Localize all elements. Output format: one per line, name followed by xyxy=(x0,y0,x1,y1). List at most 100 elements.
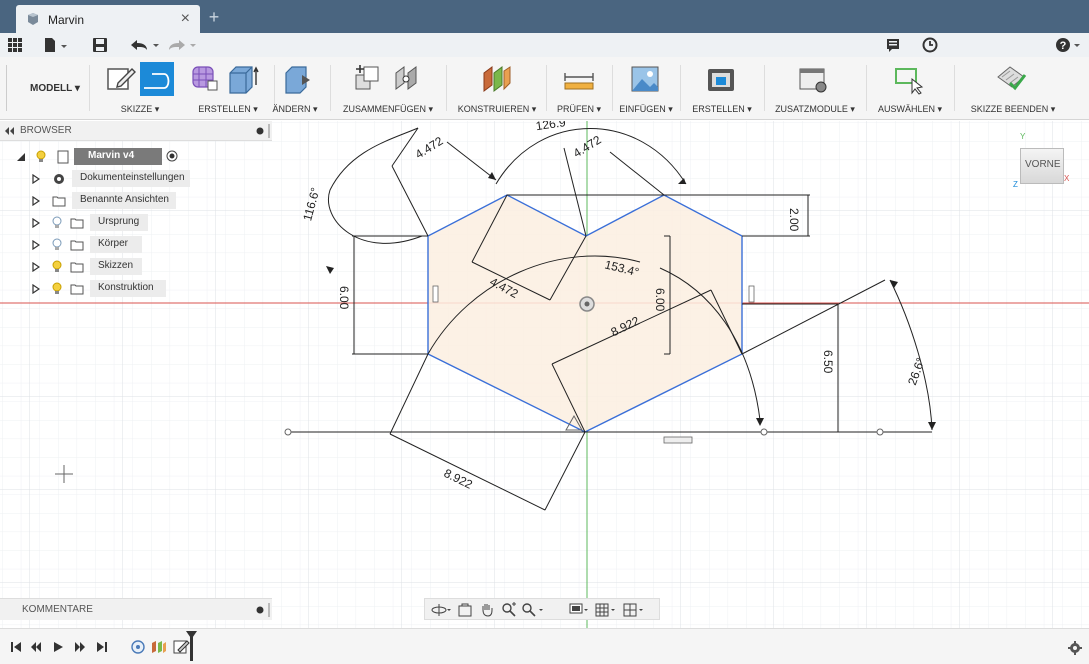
close-tab-icon[interactable]: × xyxy=(181,10,190,28)
expand-triangle-icon[interactable] xyxy=(32,196,40,206)
tree-item-label: Skizzen xyxy=(98,260,134,271)
insert-menu[interactable]: EINFÜGEN ▾ xyxy=(614,104,678,115)
panel-options-icon[interactable] xyxy=(256,127,264,135)
timeline-prev-icon[interactable] xyxy=(30,641,42,653)
root-label: Marvin v4 xyxy=(88,150,135,161)
folder-icon xyxy=(70,284,84,295)
dim-6-00-mid[interactable]: 6.00 xyxy=(653,288,667,312)
tree-item-konstruktion[interactable]: Konstruktion xyxy=(32,280,192,298)
fit-zoom-icon[interactable] xyxy=(521,602,547,618)
timeline-settings-gear-icon[interactable] xyxy=(1068,641,1082,655)
clock-icon[interactable] xyxy=(922,37,938,53)
stop-sketch-menu[interactable]: SKIZZE BEENDEN ▾ xyxy=(958,104,1068,115)
extrude-icon[interactable] xyxy=(226,63,260,95)
expand-triangle-icon[interactable] xyxy=(32,174,40,184)
file-menu-icon[interactable] xyxy=(44,37,68,53)
spline-icon xyxy=(144,73,170,89)
workspace-label: MODELL ▾ xyxy=(30,83,80,94)
inspect-menu[interactable]: PRÜFEN ▾ xyxy=(548,104,610,115)
title-bar: Marvin × + xyxy=(0,0,1089,33)
comments-panel-header[interactable]: KOMMENTARE xyxy=(0,598,272,620)
viewcube[interactable]: Y VORNE X Z xyxy=(1012,132,1082,196)
timeline-last-icon[interactable] xyxy=(96,641,108,653)
make-group: ERSTELLEN ▾ xyxy=(682,57,762,120)
grid-snap-icon[interactable] xyxy=(595,602,619,618)
timeline-play-icon[interactable] xyxy=(52,641,64,653)
stop-sketch-icon[interactable] xyxy=(994,63,1028,95)
create-menu[interactable]: ERSTELLEN ▾ xyxy=(184,104,272,115)
data-panel-grid-icon[interactable] xyxy=(8,38,22,52)
expand-triangle-icon[interactable] xyxy=(32,240,40,250)
modify-menu[interactable]: ÄNDERN ▾ xyxy=(260,104,330,115)
pan-hand-icon[interactable] xyxy=(479,602,495,618)
save-icon[interactable] xyxy=(92,37,108,53)
tree-item-ursprung[interactable]: Ursprung xyxy=(32,214,192,232)
tree-item-koerper[interactable]: Körper xyxy=(32,236,192,254)
workspace-switcher[interactable]: MODELL ▾ xyxy=(12,65,90,111)
folder-icon xyxy=(70,218,84,229)
collapse-panel-icon[interactable] xyxy=(5,127,15,135)
viewcube-face[interactable]: VORNE xyxy=(1020,148,1064,184)
dim-2-00[interactable]: 2.00 xyxy=(787,208,801,232)
addins-group: ZUSATZMODULE ▾ xyxy=(766,57,864,120)
joint-icon[interactable] xyxy=(392,63,426,95)
viewports-icon[interactable] xyxy=(623,602,647,618)
measure-icon[interactable] xyxy=(562,63,596,95)
tree-item-skizzen[interactable]: Skizzen xyxy=(32,258,192,276)
timeline-next-icon[interactable] xyxy=(74,641,86,653)
timeline-bar xyxy=(0,628,1089,664)
zoom-icon[interactable] xyxy=(501,602,517,618)
lightbulb-off-icon[interactable] xyxy=(52,238,62,252)
create-sketch-icon[interactable] xyxy=(104,63,138,95)
lightbulb-on-icon[interactable] xyxy=(52,282,62,296)
finish-line-tool-button[interactable] xyxy=(140,62,174,96)
new-tab-button[interactable]: + xyxy=(204,8,224,28)
timeline-first-icon[interactable] xyxy=(10,641,22,653)
document-tab[interactable]: Marvin × xyxy=(16,5,200,33)
tree-item-dokumenteinstellungen[interactable]: Dokumenteinstellungen xyxy=(32,170,192,188)
insert-image-icon[interactable] xyxy=(628,63,662,95)
orbit-icon[interactable] xyxy=(431,602,453,618)
select-menu[interactable]: AUSWÄHLEN ▾ xyxy=(868,104,952,115)
browser-header[interactable]: BROWSER xyxy=(0,121,272,141)
assemble-group: ZUSAMMENFÜGEN ▾ xyxy=(336,57,440,120)
tree-item-benannte-ansichten[interactable]: Benannte Ansichten xyxy=(32,192,192,210)
dim-6-00-left[interactable]: 6.00 xyxy=(337,286,351,310)
expand-triangle-icon[interactable] xyxy=(32,218,40,228)
collapse-triangle-icon[interactable] xyxy=(16,152,26,162)
scripts-addins-icon[interactable] xyxy=(796,63,830,95)
lightbulb-on-icon[interactable] xyxy=(36,150,46,164)
redo-icon[interactable] xyxy=(166,38,198,52)
timeline-plane-icon[interactable] xyxy=(150,639,168,655)
lightbulb-on-icon[interactable] xyxy=(52,260,62,274)
make-menu[interactable]: ERSTELLEN ▾ xyxy=(682,104,762,115)
dim-6-50[interactable]: 6.50 xyxy=(821,350,835,374)
add-comment-icon[interactable] xyxy=(256,606,264,614)
job-status-icon[interactable] xyxy=(886,38,900,52)
new-component-icon[interactable] xyxy=(350,63,384,95)
3d-print-icon[interactable] xyxy=(704,63,738,95)
construct-menu[interactable]: KONSTRUIEREN ▾ xyxy=(450,104,544,115)
help-icon[interactable]: ? xyxy=(1055,37,1083,53)
timeline-origin-icon[interactable] xyxy=(130,639,146,655)
display-settings-icon[interactable] xyxy=(569,602,591,618)
undo-icon[interactable] xyxy=(128,38,160,52)
assemble-menu[interactable]: ZUSAMMENFÜGEN ▾ xyxy=(336,104,440,115)
lightbulb-off-icon[interactable] xyxy=(52,216,62,230)
expand-triangle-icon[interactable] xyxy=(32,262,40,272)
tree-item-label: Dokumenteinstellungen xyxy=(80,172,185,183)
tree-root[interactable]: Marvin v4 xyxy=(16,148,178,166)
look-at-icon[interactable] xyxy=(457,602,473,618)
folder-icon xyxy=(70,262,84,273)
sketch-menu[interactable]: SKIZZE ▾ xyxy=(96,104,184,115)
form-icon[interactable] xyxy=(188,63,222,95)
select-icon[interactable] xyxy=(892,63,926,95)
press-pull-icon[interactable] xyxy=(280,63,314,95)
offset-plane-icon[interactable] xyxy=(480,63,514,95)
timeline-sketch-icon[interactable] xyxy=(172,638,190,656)
expand-triangle-icon[interactable] xyxy=(32,284,40,294)
create-group: ERSTELLEN ▾ xyxy=(184,57,272,120)
navigation-bar xyxy=(424,598,660,620)
activate-radio-icon[interactable] xyxy=(166,150,178,162)
addins-menu[interactable]: ZUSATZMODULE ▾ xyxy=(766,104,864,115)
